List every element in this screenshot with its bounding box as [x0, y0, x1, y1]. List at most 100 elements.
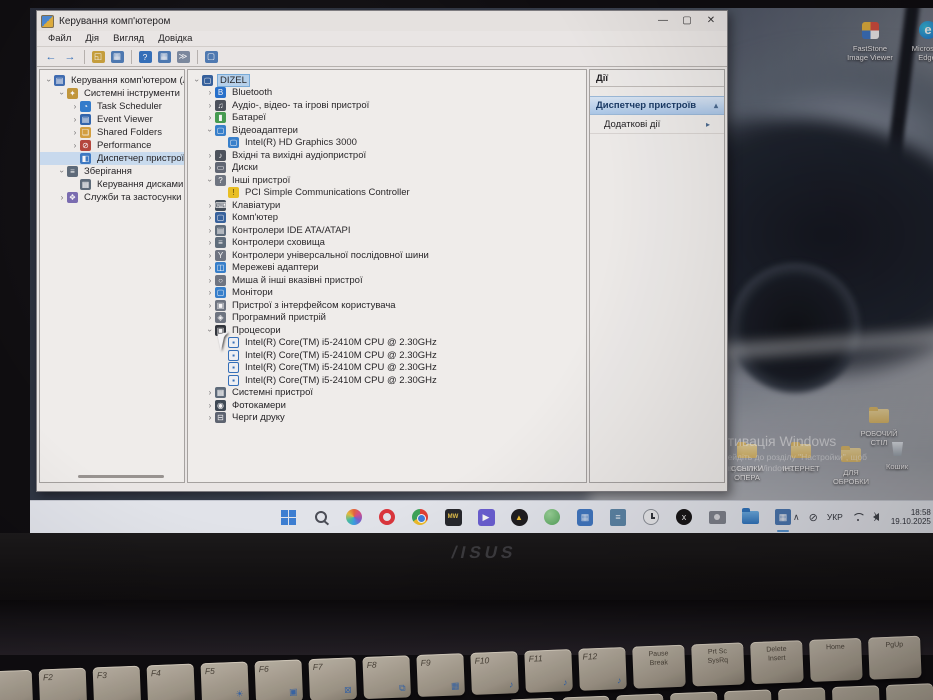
chevron-collapsed-icon[interactable]: ›: [70, 128, 80, 137]
tree-item[interactable]: ▪ Intel(R) Core(TM) i5-2410M CPU @ 2.30GH…: [188, 374, 586, 387]
key-f2[interactable]: F2»: [38, 667, 88, 700]
chevron-collapsed-icon[interactable]: ›: [205, 301, 215, 310]
key-f8[interactable]: F8 ⧉: [362, 655, 411, 700]
key-f11[interactable]: F11 ♪: [524, 649, 573, 693]
horizontal-scrollbar[interactable]: [78, 475, 164, 478]
tree-item[interactable]: › ≡ Зберігання: [40, 165, 184, 178]
notes-icon[interactable]: ≡: [608, 507, 628, 527]
key-f6[interactable]: F6 ▣: [254, 659, 304, 700]
chevron-collapsed-icon[interactable]: ›: [205, 101, 215, 110]
chevron-collapsed-icon[interactable]: ›: [205, 201, 215, 210]
chevron-collapsed-icon[interactable]: ›: [70, 141, 80, 150]
collapse-arrow-icon[interactable]: ▴: [714, 101, 718, 110]
key-partial[interactable]: [831, 685, 881, 700]
sync-off-icon[interactable]: ⊘: [809, 511, 818, 524]
help-icon[interactable]: ?: [136, 49, 154, 65]
minimize-button[interactable]: —: [651, 12, 675, 30]
chevron-expanded-icon[interactable]: ›: [206, 325, 215, 335]
key-delete[interactable]: Delete Insert: [750, 640, 804, 685]
tree-item[interactable]: › ◔ Task Scheduler: [40, 100, 184, 113]
up-folder-icon[interactable]: ◱: [89, 49, 107, 65]
clock-app-icon[interactable]: [641, 507, 661, 527]
chevron-collapsed-icon[interactable]: ›: [205, 238, 215, 247]
tree-item[interactable]: › ⊟ Черги друку: [188, 412, 586, 425]
volume-icon[interactable]: [872, 511, 879, 521]
chevron-collapsed-icon[interactable]: ›: [205, 88, 215, 97]
tree-item[interactable]: › ▢ Відеоадаптери: [188, 124, 586, 137]
expand-arrow-icon[interactable]: ▸: [706, 120, 710, 129]
tree-item[interactable]: › ○ Миша й інші вказівні пристрої: [188, 274, 586, 287]
chevron-collapsed-icon[interactable]: ›: [205, 251, 215, 260]
tree-item[interactable]: › ≡ Контролери сховища: [188, 237, 586, 250]
tree-item[interactable]: › Y Контролери універсальної послідовної ш…: [188, 249, 586, 262]
media-player-icon[interactable]: ▶: [476, 507, 496, 527]
chevron-collapsed-icon[interactable]: ›: [205, 263, 215, 272]
menu-item-3[interactable]: Довідка: [151, 33, 199, 44]
calculator-icon[interactable]: ▦: [575, 507, 595, 527]
aimp-icon[interactable]: ▲: [509, 507, 529, 527]
close-button[interactable]: ✕: [699, 12, 723, 30]
tree-item[interactable]: › ▣ Пристрої з інтерфейсом користувача: [188, 299, 586, 312]
properties-window-icon[interactable]: ▦: [155, 49, 173, 65]
tray-chevron-icon[interactable]: ∧: [793, 512, 800, 523]
maximize-button[interactable]: ▢: [675, 12, 699, 30]
tree-item[interactable]: ▪ Intel(R) Core(TM) i5-2410M CPU @ 2.30GH…: [188, 349, 586, 362]
copilot-icon[interactable]: [344, 507, 364, 527]
device-manager-taskbar-icon[interactable]: ▦: [773, 507, 793, 532]
chevron-collapsed-icon[interactable]: ›: [205, 163, 215, 172]
key-partial[interactable]: [885, 683, 933, 700]
key-f10[interactable]: F10 ♪: [470, 651, 519, 695]
chevron-expanded-icon[interactable]: ›: [206, 125, 215, 135]
tree-item[interactable]: › ❖ Служби та застосунки: [40, 191, 184, 204]
tree-item[interactable]: › ⊘ Performance: [40, 139, 184, 152]
chevron-collapsed-icon[interactable]: ›: [205, 388, 215, 397]
key-f1[interactable]: F1: [0, 669, 34, 700]
key-f4[interactable]: F4: [146, 663, 196, 700]
tree-item[interactable]: › ▦ Системні пристрої: [188, 387, 586, 400]
console-window-icon[interactable]: ▦: [108, 49, 126, 65]
tree-item[interactable]: ! PCI Simple Communications Controller: [188, 187, 586, 200]
tree-item[interactable]: › ◈ Програмний пристрій: [188, 312, 586, 325]
tree-item[interactable]: › ▣ Процесори: [188, 324, 586, 337]
chevron-collapsed-icon[interactable]: ›: [205, 288, 215, 297]
key-f9[interactable]: F9 ▦: [416, 653, 465, 697]
chevron-expanded-icon[interactable]: ›: [193, 75, 202, 85]
menu-item-0[interactable]: Файл: [41, 33, 78, 44]
tree-item[interactable]: › ♫ Аудіо-, відео- та ігрові пристрої: [188, 99, 586, 112]
key-partial[interactable]: [562, 695, 611, 700]
opera-icon[interactable]: [377, 507, 397, 527]
tree-item[interactable]: › ▮ Батареї: [188, 112, 586, 125]
key-f3[interactable]: F3: [92, 665, 142, 700]
search-icon[interactable]: [311, 507, 331, 527]
tree-item[interactable]: › ◫ Мережеві адаптери: [188, 262, 586, 275]
menu-item-1[interactable]: Дія: [78, 33, 106, 44]
remote-monitor-icon[interactable]: ▢: [202, 49, 220, 65]
language-indicator[interactable]: УКР: [827, 512, 843, 522]
tree-item[interactable]: ▪ Intel(R) Core(TM) i5-2410M CPU @ 2.30GH…: [188, 337, 586, 350]
key-f7[interactable]: F7 ⊠: [308, 657, 358, 700]
chevron-collapsed-icon[interactable]: ›: [70, 115, 80, 124]
edge-icon[interactable]: MicrosoftEdge: [898, 20, 933, 62]
chevron-collapsed-icon[interactable]: ›: [205, 113, 215, 122]
recycle-bin[interactable]: Кошик: [868, 438, 926, 471]
chevron-collapsed-icon[interactable]: ›: [205, 276, 215, 285]
tree-item[interactable]: › ⌨ Клавіатури: [188, 199, 586, 212]
faststone-icon[interactable]: FastStone Image Viewer: [841, 20, 899, 62]
tree-item[interactable]: ▢ Intel(R) HD Graphics 3000: [188, 137, 586, 150]
tree-item[interactable]: › ▢ Комп'ютер: [188, 212, 586, 225]
chevron-expanded-icon[interactable]: ›: [45, 76, 54, 86]
tree-item[interactable]: › ✦ Системні інструменти: [40, 87, 184, 100]
chevron-expanded-icon[interactable]: ›: [58, 89, 67, 99]
chevron-expanded-icon[interactable]: ›: [206, 175, 215, 185]
chevron-collapsed-icon[interactable]: ›: [205, 226, 215, 235]
tree-item[interactable]: › ▢ Монітори: [188, 287, 586, 300]
tree-item[interactable]: › ❏ Shared Folders: [40, 126, 184, 139]
chevron-collapsed-icon[interactable]: ›: [205, 313, 215, 322]
key-partial[interactable]: [670, 691, 719, 700]
start-button[interactable]: [278, 507, 298, 527]
wifi-icon[interactable]: [852, 513, 864, 522]
key-prt-sc[interactable]: Prt Sc SysRq: [691, 642, 745, 687]
tree-item[interactable]: › ▤ Event Viewer: [40, 113, 184, 126]
key-partial[interactable]: [616, 693, 665, 700]
forward-icon[interactable]: →: [61, 49, 79, 65]
